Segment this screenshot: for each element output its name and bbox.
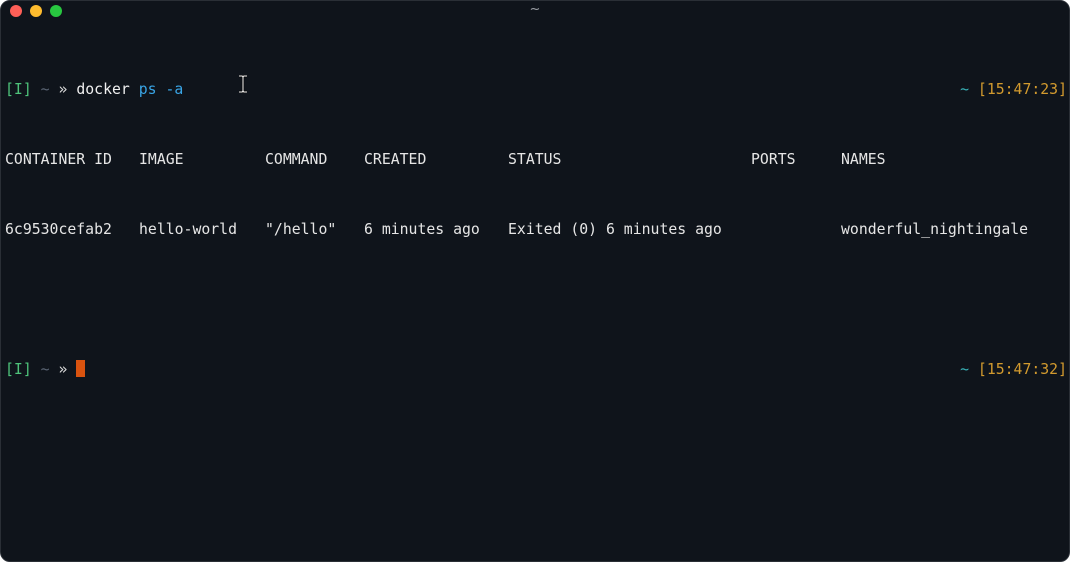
prompt-right-2: ~ [15:47:32] — [960, 360, 1067, 379]
prompt-arrow: » — [58, 81, 68, 98]
prompt-cwd: ~ — [40, 361, 50, 378]
prompt-cwd: ~ — [40, 81, 50, 98]
ibeam-cursor-icon — [239, 75, 247, 93]
window-title: ~ — [529, 2, 541, 17]
cell-container-id: 6c9530cefab2 — [5, 221, 112, 238]
cell-names: wonderful_nightingale — [841, 221, 1029, 238]
prompt-line-1: [I] ~ » docker ps -a ~ [15:47:23] — [5, 80, 1067, 99]
prompt-timestamp: [15:47:32] — [977, 361, 1067, 378]
right-prompt-cwd: ~ — [960, 81, 969, 98]
cell-command: "/hello" — [265, 221, 337, 238]
text-cursor — [76, 360, 86, 377]
cell-created: 6 minutes ago — [364, 221, 480, 238]
header-command: COMMAND — [265, 151, 328, 168]
command-name: docker — [76, 81, 130, 98]
prompt-timestamp: [15:47:23] — [977, 81, 1067, 98]
header-container-id: CONTAINER ID — [5, 151, 112, 168]
header-created: CREATED — [364, 151, 427, 168]
prompt-mode: [I] — [5, 81, 32, 98]
header-image: IMAGE — [139, 151, 184, 168]
prompt-line-2[interactable]: [I] ~ » ~ [15:47:32] — [5, 360, 1067, 379]
right-prompt-cwd: ~ — [960, 361, 969, 378]
header-ports: PORTS — [751, 151, 796, 168]
cell-status: Exited (0) 6 minutes ago — [508, 221, 722, 238]
terminal-output[interactable]: [I] ~ » docker ps -a ~ [15:47:23] CONTAIN… — [5, 46, 1067, 413]
table-header-row: CONTAINER ID IMAGE COMMAND CREATED STATU… — [5, 150, 1067, 169]
command-args: ps -a — [138, 81, 184, 98]
cell-image: hello-world — [139, 221, 237, 238]
table-row: 6c9530cefab2 hello-world "/hello" 6 minu… — [5, 220, 1067, 239]
prompt-right-1: ~ [15:47:23] — [960, 80, 1067, 99]
prompt-mode: [I] — [5, 361, 32, 378]
terminal-window: ~ [I] ~ » docker ps -a ~ [15:47:23] CONTA… — [0, 0, 1070, 562]
title-bar: ~ — [1, 1, 1069, 23]
prompt-arrow: » — [58, 361, 68, 378]
header-status: STATUS — [508, 151, 562, 168]
header-names: NAMES — [841, 151, 886, 168]
